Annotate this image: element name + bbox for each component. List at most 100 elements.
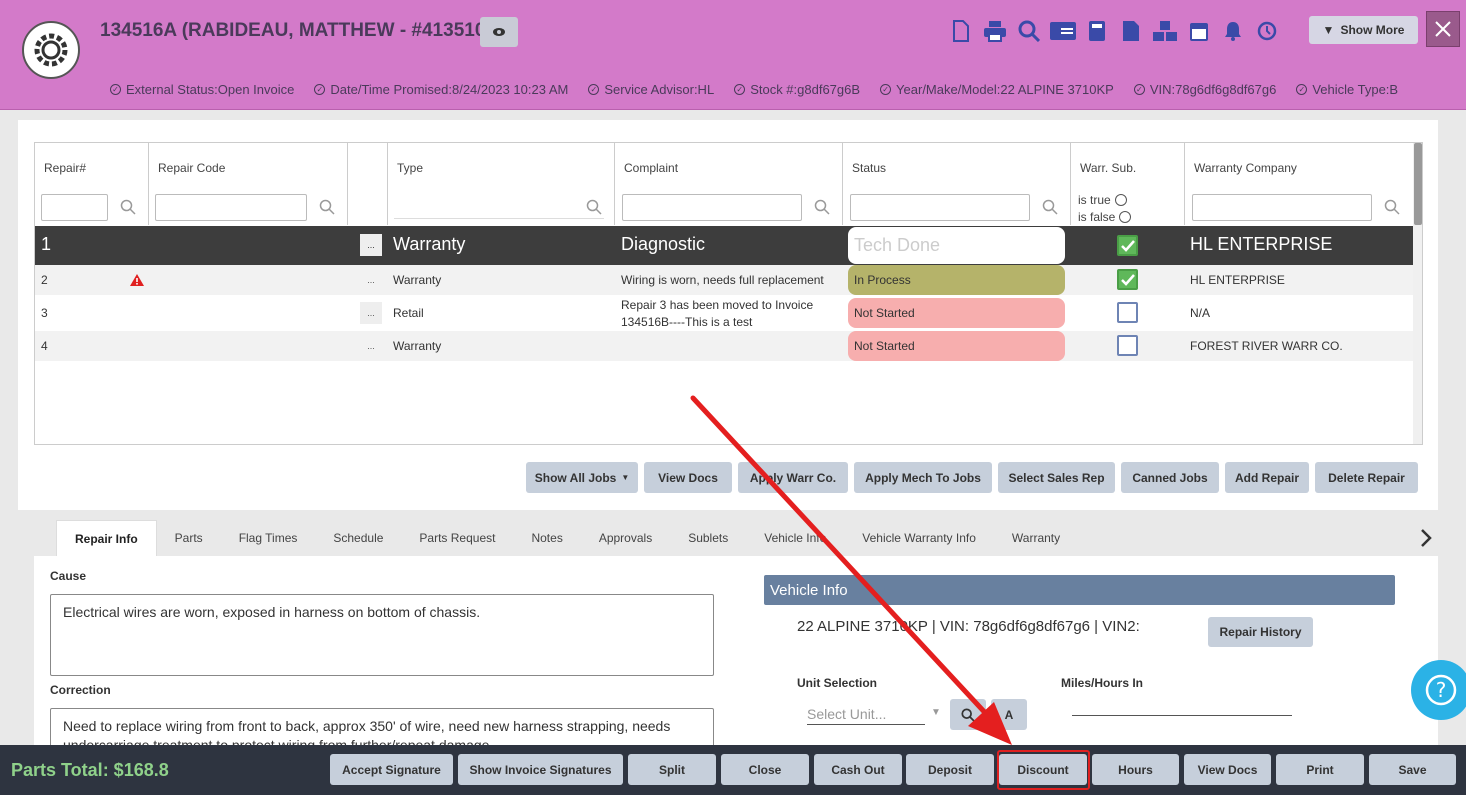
- repair-num-filter[interactable]: [41, 194, 108, 221]
- tab-sublets[interactable]: Sublets: [670, 520, 746, 556]
- grid-scrollbar[interactable]: [1413, 143, 1422, 444]
- complaint-filter[interactable]: [622, 194, 802, 221]
- canned-jobs-button[interactable]: Canned Jobs: [1121, 462, 1219, 493]
- cash-out-button[interactable]: Cash Out: [814, 754, 902, 785]
- miles-hours-input[interactable]: [1072, 714, 1292, 716]
- type-filter-select[interactable]: [394, 195, 604, 219]
- unit-search-button[interactable]: [950, 699, 986, 730]
- a-button[interactable]: A: [991, 699, 1027, 730]
- search-icon[interactable]: [1384, 199, 1400, 215]
- show-invoice-signatures-button[interactable]: Show Invoice Signatures: [458, 754, 623, 785]
- warranty-company-filter[interactable]: [1192, 194, 1372, 221]
- select-sales-rep-button[interactable]: Select Sales Rep: [998, 462, 1115, 493]
- caret-down-icon: ▼: [931, 707, 941, 718]
- repair-info-panel: Cause Electrical wires are worn, exposed…: [34, 556, 1438, 758]
- warning-icon: [130, 274, 144, 286]
- gear-icon[interactable]: [22, 21, 80, 79]
- tab-parts-request[interactable]: Parts Request: [401, 520, 513, 556]
- tab-schedule[interactable]: Schedule: [315, 520, 401, 556]
- row-menu-button[interactable]: ...: [360, 302, 382, 324]
- view-docs-button[interactable]: View Docs: [644, 462, 732, 493]
- col-dots: [348, 143, 388, 225]
- print-icon[interactable]: [978, 14, 1012, 48]
- info-item: ✓ Year/Make/Model:22 ALPINE 3710KP: [880, 82, 1114, 97]
- search-icon[interactable]: [1012, 14, 1046, 48]
- help-icon[interactable]: ?: [1411, 660, 1466, 720]
- status-filter[interactable]: [850, 194, 1030, 221]
- invoice-icon[interactable]: [1114, 14, 1148, 48]
- unit-select[interactable]: Select Unit...: [807, 706, 925, 725]
- warranty-checkbox[interactable]: [1117, 335, 1138, 356]
- accept-signature-button[interactable]: Accept Signature: [330, 754, 453, 785]
- col-warranty-company: Warranty Company: [1185, 143, 1413, 225]
- table-row[interactable]: 4 ... Warranty Not Started FOREST RIVER …: [35, 331, 1413, 361]
- close-button[interactable]: Close: [721, 754, 809, 785]
- calculator-icon[interactable]: [1080, 14, 1114, 48]
- repair-code-filter[interactable]: [155, 194, 307, 221]
- eye-icon[interactable]: [480, 17, 518, 47]
- split-button[interactable]: Split: [628, 754, 716, 785]
- delete-repair-button[interactable]: Delete Repair: [1315, 462, 1418, 493]
- unit-selection-label: Unit Selection: [797, 676, 878, 690]
- status-badge[interactable]: Not Started: [848, 331, 1065, 361]
- row-menu-button[interactable]: ...: [360, 335, 382, 357]
- table-row[interactable]: 3 ... Retail Repair 3 has been moved to …: [35, 295, 1413, 331]
- money-icon[interactable]: [1046, 14, 1080, 48]
- tab-warranty[interactable]: Warranty: [994, 520, 1078, 556]
- row-menu-button[interactable]: ...: [360, 269, 382, 291]
- tab-parts[interactable]: Parts: [157, 520, 221, 556]
- add-repair-button[interactable]: Add Repair: [1225, 462, 1309, 493]
- document-icon[interactable]: [944, 14, 978, 48]
- search-icon[interactable]: [1042, 199, 1058, 215]
- warranty-checkbox[interactable]: [1117, 235, 1138, 256]
- caret-down-icon: ▼: [1322, 23, 1335, 37]
- apply-warr-co-button[interactable]: Apply Warr Co.: [738, 462, 848, 493]
- hours-button[interactable]: Hours: [1092, 754, 1179, 785]
- table-row[interactable]: 1 ... Warranty Diagnostic Tech Done HL E…: [35, 226, 1413, 265]
- warr-true-radio[interactable]: is true: [1078, 193, 1127, 207]
- chevron-right-icon[interactable]: [1419, 528, 1433, 548]
- show-more-button[interactable]: ▼ Show More: [1309, 16, 1418, 44]
- close-icon[interactable]: [1426, 11, 1460, 47]
- check-circle-icon: ✓: [588, 84, 600, 95]
- warr-false-radio[interactable]: is false: [1078, 210, 1132, 224]
- search-icon[interactable]: [586, 199, 602, 215]
- tab-notes[interactable]: Notes: [513, 520, 580, 556]
- check-circle-icon: ✓: [734, 84, 746, 95]
- cause-textarea[interactable]: Electrical wires are worn, exposed in ha…: [50, 594, 714, 676]
- info-item: ✓ Service Advisor:HL: [588, 82, 714, 97]
- save-button[interactable]: Save: [1369, 754, 1456, 785]
- search-icon[interactable]: [814, 199, 830, 215]
- repair-history-button[interactable]: Repair History: [1208, 617, 1313, 647]
- search-icon[interactable]: [120, 199, 136, 215]
- tab-flag-times[interactable]: Flag Times: [221, 520, 316, 556]
- bell-icon[interactable]: [1216, 14, 1250, 48]
- tab-vehicle-info[interactable]: Vehicle Info: [746, 520, 844, 556]
- check-circle-icon: ✓: [880, 84, 892, 95]
- show-all-jobs-button[interactable]: Show All Jobs ▼: [526, 462, 638, 493]
- tab-vehicle-warranty-info[interactable]: Vehicle Warranty Info: [844, 520, 994, 556]
- calendar-icon[interactable]: [1182, 14, 1216, 48]
- info-item: ✓ VIN:78g6df6g8df67g6: [1133, 82, 1276, 97]
- boxes-icon[interactable]: [1148, 14, 1182, 48]
- repairs-grid: Repair# Repair Code Type Complaint Statu…: [34, 142, 1423, 445]
- vehicle-info-line: 22 ALPINE 3710KP | VIN: 78g6df6g8df67g6 …: [797, 618, 1140, 635]
- invoice-title: 134516A (RABIDEAU, MATTHEW - #413510): [100, 20, 492, 41]
- table-row[interactable]: 2 ... Warranty Wiring is worn, needs ful…: [35, 265, 1413, 295]
- apply-mech-to-jobs-button[interactable]: Apply Mech To Jobs: [854, 462, 992, 493]
- history-icon[interactable]: [1250, 14, 1284, 48]
- col-repair-code: Repair Code: [149, 143, 348, 225]
- status-badge[interactable]: Not Started: [848, 298, 1065, 328]
- row-menu-button[interactable]: ...: [360, 234, 382, 256]
- print-button[interactable]: Print: [1276, 754, 1364, 785]
- deposit-button[interactable]: Deposit: [906, 754, 994, 785]
- invoice-header: 134516A (RABIDEAU, MATTHEW - #413510) ▼ …: [0, 0, 1466, 110]
- status-badge[interactable]: In Process: [848, 265, 1065, 295]
- warranty-checkbox[interactable]: [1117, 269, 1138, 290]
- warranty-checkbox[interactable]: [1117, 302, 1138, 323]
- status-badge[interactable]: Tech Done: [848, 227, 1065, 264]
- search-icon[interactable]: [319, 199, 335, 215]
- tab-repair-info[interactable]: Repair Info: [56, 520, 157, 556]
- tab-approvals[interactable]: Approvals: [581, 520, 670, 556]
- view-docs-footer-button[interactable]: View Docs: [1184, 754, 1271, 785]
